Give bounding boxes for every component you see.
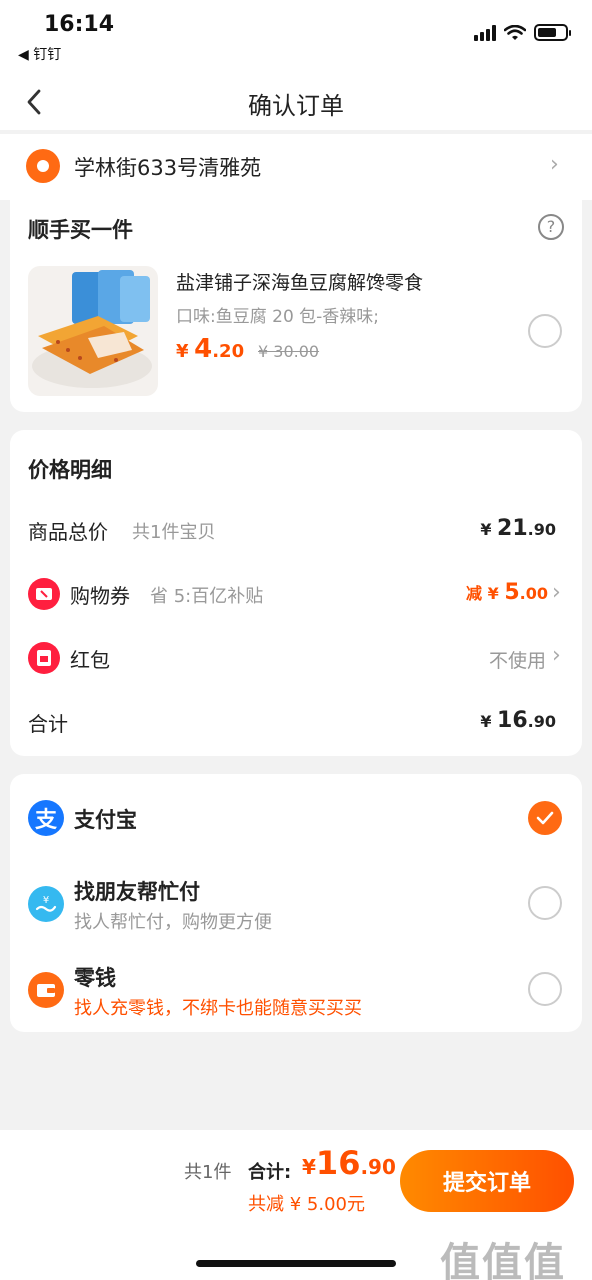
checkout-total-label: 合计: xyxy=(248,1162,292,1183)
amount-integer: 16 xyxy=(315,1144,361,1182)
change-radio[interactable] xyxy=(528,972,562,1006)
currency-symbol: ¥ xyxy=(480,712,492,731)
coupon-discount-amount[interactable]: 减 ¥ 5.00 xyxy=(466,580,548,605)
add-on-select-radio[interactable] xyxy=(528,314,562,348)
checkout-total-amount: ¥16.90 xyxy=(302,1144,396,1182)
original-price: ¥ 30.00 xyxy=(258,342,320,361)
item-count: 共1件 xyxy=(184,1162,232,1183)
change-description: 找人充零钱，不绑卡也能随意买买买 xyxy=(74,998,362,1019)
wallet-icon xyxy=(28,972,64,1008)
svg-text:¥: ¥ xyxy=(43,895,49,906)
friend-pay-description: 找人帮忙付，购物更方便 xyxy=(74,912,272,933)
friend-pay-radio[interactable] xyxy=(528,886,562,920)
total-label: 合计 xyxy=(28,712,68,736)
section-title: 顺手买一件 xyxy=(28,218,133,242)
fish-tofu-snack-image xyxy=(32,270,152,388)
address-row[interactable]: 学林街633号清雅苑 › xyxy=(0,134,592,200)
status-icons xyxy=(474,24,571,41)
product-name[interactable]: 盐津铺子深海鱼豆腐解馋零食 xyxy=(176,268,423,295)
goods-count: 共1件宝贝 xyxy=(132,522,216,543)
chevron-right-icon: › xyxy=(550,152,559,177)
add-on-item-card: 顺手买一件 ? 盐津铺子深海鱼豆腐解馋零食 口味:鱼豆腐 20 包-香辣味; ¥… xyxy=(10,200,582,412)
checkout-bar: 共1件 合计: ¥16.90 共减 ¥ 5.00元 提交订单 值值值 xyxy=(0,1130,592,1280)
friend-pay-icon: ¥ xyxy=(28,886,64,922)
chevron-right-icon: › xyxy=(552,580,561,605)
coupon-savings: 省 5:百亿补贴 xyxy=(150,586,264,607)
alipay-icon: 支 xyxy=(28,800,64,836)
discount-prefix: 减 xyxy=(466,584,483,603)
home-indicator[interactable] xyxy=(196,1260,396,1267)
price-integer: 4 xyxy=(194,334,213,364)
red-packet-value[interactable]: 不使用 xyxy=(489,646,546,673)
total-discount: 共减 ¥ 5.00元 xyxy=(248,1194,365,1215)
product-price: ¥ 4.20 xyxy=(176,334,244,364)
change-label[interactable]: 零钱 xyxy=(74,962,116,992)
goods-total-amount: ¥ 21.90 xyxy=(480,516,556,541)
alipay-radio-selected[interactable] xyxy=(528,801,562,835)
amount-decimal: .90 xyxy=(360,1155,396,1179)
product-image[interactable] xyxy=(28,266,158,396)
coupon-icon xyxy=(28,578,60,610)
page-title: 确认订单 xyxy=(248,92,344,120)
currency-symbol: ¥ xyxy=(480,520,492,539)
watermark-logo: 值值值 xyxy=(440,1240,566,1280)
coupon-label[interactable]: 购物券 xyxy=(70,580,130,609)
amount-integer: 21 xyxy=(497,516,528,541)
currency-symbol: ¥ xyxy=(302,1155,316,1179)
price-decimal: .20 xyxy=(212,341,245,362)
payment-method-card: 支 支付宝 ¥ 找朋友帮忙付 找人帮忙付，购物更方便 零钱 找人充零钱，不绑卡也… xyxy=(10,774,582,1032)
location-pin-icon xyxy=(26,149,60,183)
price-detail-title: 价格明细 xyxy=(28,458,112,482)
help-icon[interactable]: ? xyxy=(538,214,564,240)
product-spec: 口味:鱼豆腐 20 包-香辣味; xyxy=(176,307,380,327)
navigation-bar: 确认订单 xyxy=(0,74,592,130)
status-time: 16:14 xyxy=(44,12,115,37)
currency-symbol: ¥ xyxy=(487,584,499,603)
friend-pay-label[interactable]: 找朋友帮忙付 xyxy=(74,876,200,906)
back-to-app-link[interactable]: ◀ 钉钉 xyxy=(18,44,61,64)
amount-decimal: .90 xyxy=(527,520,556,539)
amount-integer: 16 xyxy=(497,708,528,733)
goods-total-label: 商品总价 xyxy=(28,520,108,544)
signal-icon xyxy=(474,24,496,41)
check-icon xyxy=(536,811,554,825)
alipay-label[interactable]: 支付宝 xyxy=(74,804,137,834)
address-text: 学林街633号清雅苑 xyxy=(74,156,262,180)
amount-integer: 5 xyxy=(504,580,520,605)
currency-symbol: ¥ xyxy=(176,341,189,362)
wifi-icon xyxy=(504,24,526,40)
amount-decimal: .00 xyxy=(519,584,548,603)
chevron-right-icon: › xyxy=(552,643,561,668)
amount-decimal: .90 xyxy=(527,712,556,731)
total-amount: ¥ 16.90 xyxy=(480,708,556,733)
status-bar: 16:14 ◀ 钉钉 xyxy=(0,0,592,74)
submit-order-button[interactable]: 提交订单 xyxy=(400,1150,574,1212)
red-packet-label[interactable]: 红包 xyxy=(70,644,110,673)
red-packet-icon xyxy=(28,642,60,674)
price-detail-card: 价格明细 商品总价 共1件宝贝 ¥ 21.90 购物券 省 5:百亿补贴 减 ¥… xyxy=(10,430,582,756)
battery-icon xyxy=(534,24,571,41)
